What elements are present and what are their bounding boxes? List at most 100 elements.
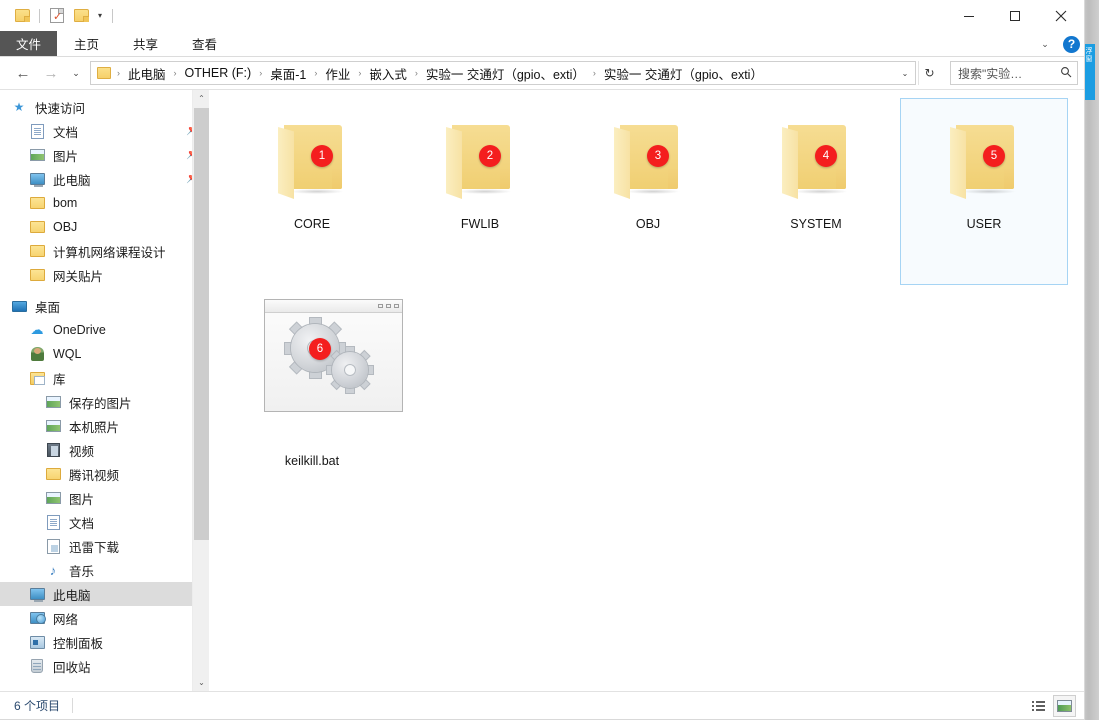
breadcrumb-item-0[interactable]: 此电脑 <box>124 62 170 85</box>
window-body: ★ 快速访问 文档 📌 图片 📌 此电脑 📌 <box>0 90 1084 691</box>
file-name-label: USER <box>966 217 1002 231</box>
tab-view[interactable]: 查看 <box>175 31 234 56</box>
file-name-label: OBJ <box>635 217 661 231</box>
close-button[interactable] <box>1038 0 1084 31</box>
address-bar: ← → ⌄ › 此电脑 › OTHER (F:) › 桌面-1 › 作业 › 嵌… <box>0 57 1084 90</box>
navigation-list: ★ 快速访问 文档 📌 图片 📌 此电脑 📌 <box>0 90 209 678</box>
sidebar-item-control-panel[interactable]: 控制面板 <box>0 630 209 654</box>
sidebar-item-label: 视频 <box>69 444 95 459</box>
breadcrumb-separator: › <box>414 68 418 78</box>
sidebar-item-pictures-library[interactable]: 图片 <box>0 486 209 510</box>
sidebar-item-label: 本机照片 <box>69 420 120 435</box>
back-button[interactable]: ← <box>10 61 36 85</box>
sidebar-item-camera-roll[interactable]: 本机照片 <box>0 414 209 438</box>
view-details-button[interactable] <box>1027 695 1050 717</box>
sidebar-item-thunder-downloads[interactable]: 迅雷下载 <box>0 534 209 558</box>
sidebar-item-bom[interactable]: bom <box>0 191 209 215</box>
file-grid: 1 CORE 2 FWLIB 3 OBJ 4 SYSTEM 5 USER 6 k… <box>210 98 1084 488</box>
breadcrumb[interactable]: › 此电脑 › OTHER (F:) › 桌面-1 › 作业 › 嵌入式 › 实… <box>90 61 916 85</box>
ribbon-tab-bar: 文件 主页 共享 查看 ⌄ ? <box>0 31 1084 57</box>
sidebar-item-documents-library[interactable]: 文档 <box>0 510 209 534</box>
library-icon <box>28 370 46 386</box>
recycle-bin-icon <box>28 658 46 674</box>
breadcrumb-item-5[interactable]: 实验一 交通灯（gpio、exti） <box>422 62 589 85</box>
forward-button[interactable]: → <box>38 61 64 85</box>
sidebar-item-tencent-video[interactable]: 腾讯视频 <box>0 462 209 486</box>
sidebar-item-network-course-design[interactable]: 计算机网络课程设计 <box>0 239 209 263</box>
tab-home[interactable]: 主页 <box>57 31 116 56</box>
sidebar-item-label: 迅雷下载 <box>69 540 120 555</box>
breadcrumb-folder-icon <box>97 67 111 79</box>
documents-icon <box>28 123 46 139</box>
folder-icon <box>28 195 46 211</box>
sidebar-item-label: 控制面板 <box>53 636 104 651</box>
properties-icon[interactable]: ✓ <box>45 5 69 27</box>
sidebar-item-quick-access[interactable]: ★ 快速访问 <box>0 95 209 119</box>
sidebar-item-label: 库 <box>53 372 66 387</box>
breadcrumb-item-3[interactable]: 作业 <box>321 62 354 85</box>
breadcrumb-item-1[interactable]: OTHER (F:) <box>181 64 256 82</box>
sidebar-item-network[interactable]: 网络 <box>0 606 209 630</box>
badge-number: 1 <box>311 145 333 167</box>
help-icon[interactable]: ? <box>1063 35 1080 53</box>
sidebar-item-libraries[interactable]: 库 <box>0 366 209 390</box>
sidebar-item-obj[interactable]: OBJ <box>0 215 209 239</box>
navigation-scrollbar[interactable]: ⌃ ⌄ <box>192 90 209 691</box>
tab-share[interactable]: 共享 <box>116 31 175 56</box>
sidebar-item-label: bom <box>53 196 78 210</box>
scrollbar-thumb[interactable] <box>194 108 209 540</box>
new-folder-icon[interactable] <box>69 5 93 27</box>
this-pc-icon <box>28 171 46 187</box>
sidebar-item-this-pc[interactable]: 此电脑 <box>0 582 209 606</box>
badge-number: 5 <box>983 145 1005 167</box>
breadcrumb-dropdown-icon[interactable]: ⌄ <box>897 62 913 84</box>
file-item-system[interactable]: 4 SYSTEM <box>732 98 900 285</box>
sidebar-item-recycle-bin[interactable]: 回收站 <box>0 654 209 678</box>
sidebar-item-label: OBJ <box>53 220 78 234</box>
recent-locations-button[interactable]: ⌄ <box>66 61 86 85</box>
sidebar-item-label: 快速访问 <box>35 101 86 116</box>
maximize-button[interactable] <box>992 0 1038 31</box>
sidebar-item-saved-pictures[interactable]: 保存的图片 <box>0 390 209 414</box>
sidebar-item-label: 图片 <box>53 149 79 164</box>
breadcrumb-item-6[interactable]: 实验一 交通灯（gpio、exti） <box>600 62 767 85</box>
icon-window-titlebar <box>265 300 402 313</box>
sidebar-item-label: 文档 <box>69 516 95 531</box>
file-item-obj[interactable]: 3 OBJ <box>564 98 732 285</box>
search-icon[interactable] <box>1059 66 1073 81</box>
sidebar-item-this-pc-pinned[interactable]: 此电脑 📌 <box>0 167 209 191</box>
search-input[interactable]: 搜索"实验… <box>950 61 1078 85</box>
sidebar-item-videos[interactable]: 视频 <box>0 438 209 462</box>
chevron-down-icon[interactable]: ⌄ <box>1033 33 1057 55</box>
pictures-icon <box>28 147 46 163</box>
desktop-icon <box>10 298 28 314</box>
file-item-fwlib[interactable]: 2 FWLIB <box>396 98 564 285</box>
sidebar-item-wql[interactable]: WQL <box>0 342 209 366</box>
sidebar-item-music[interactable]: ♪ 音乐 <box>0 558 209 582</box>
breadcrumb-item-4[interactable]: 嵌入式 <box>365 62 411 85</box>
refresh-button[interactable]: ↻ <box>918 61 940 85</box>
tab-file[interactable]: 文件 <box>0 31 58 56</box>
customize-dropdown-icon[interactable]: ▾ <box>93 5 107 27</box>
file-item-keilkill-bat[interactable]: 6 keilkill.bat <box>228 293 403 480</box>
file-item-user[interactable]: 5 USER <box>900 98 1068 285</box>
sidebar-item-documents[interactable]: 文档 📌 <box>0 119 209 143</box>
sidebar-item-label: 音乐 <box>69 564 95 579</box>
sidebar-item-onedrive[interactable]: ☁ OneDrive <box>0 318 209 342</box>
scroll-up-icon[interactable]: ⌃ <box>193 90 209 107</box>
sidebar-item-gateway-patch[interactable]: 网关贴片 <box>0 263 209 287</box>
breadcrumb-item-2[interactable]: 桌面-1 <box>266 62 310 85</box>
minimize-button[interactable] <box>946 0 992 31</box>
folder-icon[interactable] <box>10 5 34 27</box>
file-list-view[interactable]: 1 CORE 2 FWLIB 3 OBJ 4 SYSTEM 5 USER 6 k… <box>210 90 1084 691</box>
breadcrumb-separator: › <box>173 68 177 78</box>
sidebar-item-pictures[interactable]: 图片 📌 <box>0 143 209 167</box>
file-item-core[interactable]: 1 CORE <box>228 98 396 285</box>
sidebar-item-label: 回收站 <box>53 660 91 675</box>
scroll-down-icon[interactable]: ⌄ <box>193 674 209 691</box>
picture-icon <box>1057 700 1072 712</box>
view-large-icons-button[interactable] <box>1053 695 1076 717</box>
sidebar-item-desktop[interactable]: 桌面 <box>0 294 209 318</box>
file-name-label: keilkill.bat <box>284 454 340 468</box>
